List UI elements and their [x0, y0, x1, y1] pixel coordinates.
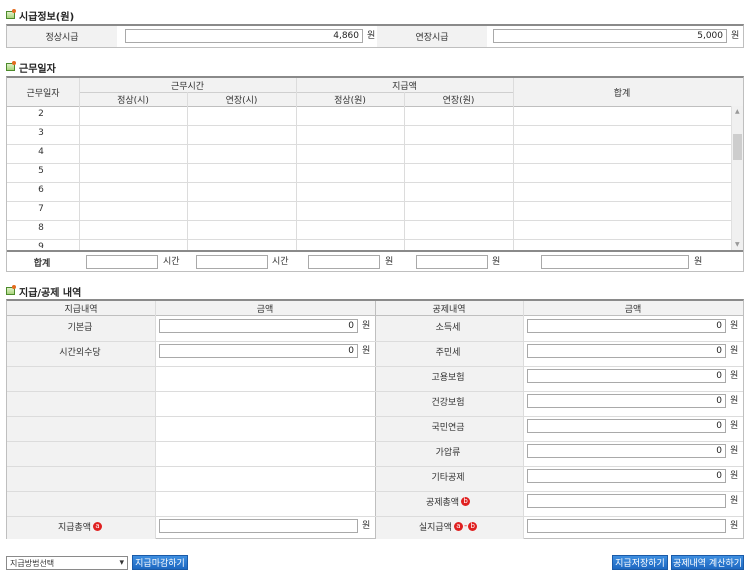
deduct-pension-unit: 원: [730, 421, 739, 431]
col-total-header: 합계: [613, 88, 631, 99]
wage-info-title: 시급정보(원): [6, 8, 74, 23]
section-icon: [6, 61, 16, 71]
badge-a-icon: a: [453, 521, 463, 531]
overtime-wage-label: 연장시급: [377, 26, 487, 47]
regular-wage-unit: 원: [367, 31, 376, 41]
col-pay-amount-header: 금액: [256, 304, 274, 315]
deduct-pension-label: 국민연금: [431, 423, 465, 433]
deduct-total-unit: 원: [730, 496, 739, 506]
badge-b-icon: b: [461, 497, 471, 506]
save-payment-button[interactable]: 지급저장하기: [612, 555, 668, 570]
deduct-health-ins-unit: 원: [730, 396, 739, 406]
overtime-wage-unit: 원: [731, 31, 740, 41]
minus-sign: -: [463, 521, 468, 531]
pay-total-label: 지급총액 a: [6, 514, 154, 538]
total-regular-pay-input[interactable]: [308, 255, 380, 269]
deduct-income-tax-label: 소득세: [435, 323, 461, 333]
row-day: 2: [38, 109, 44, 119]
col-deduct-item-header: 공제내역: [432, 304, 466, 315]
net-pay-label: 실지급액 a - b: [374, 514, 522, 538]
row-day: 4: [38, 147, 44, 157]
deduct-other-label: 기타공제: [431, 473, 465, 483]
deduct-resident-tax-unit: 원: [730, 346, 739, 356]
scroll-thumb[interactable]: [733, 134, 742, 160]
total-regular-pay-unit: 원: [385, 257, 394, 267]
total-overtime-pay-unit: 원: [492, 257, 501, 267]
pay-item-overtime-input[interactable]: 0: [159, 344, 358, 358]
deduct-garnishment-label: 가압류: [435, 448, 461, 458]
chevron-down-icon: ▾: [119, 558, 124, 568]
work-days-body: 2 3 4 5 6 7 8 9: [6, 104, 730, 248]
badge-a-icon: a: [93, 521, 103, 531]
pay-item-overtime-label: 시간외수당: [59, 348, 101, 358]
pay-item-basic-input[interactable]: 0: [159, 319, 358, 333]
row-day: 3: [38, 128, 44, 138]
pay-item-overtime-unit: 원: [362, 346, 371, 356]
total-overtime-hours-unit: 시간: [272, 257, 289, 267]
deduct-pension-input[interactable]: 0: [527, 419, 726, 433]
col-pay-group-header: 지급액: [392, 81, 417, 92]
pay-item-basic-unit: 원: [362, 321, 371, 331]
deduct-resident-tax-label: 주민세: [435, 348, 461, 358]
section-icon: [6, 285, 16, 295]
deduct-other-input[interactable]: 0: [527, 469, 726, 483]
row-day: 5: [38, 166, 44, 176]
net-pay-input[interactable]: [527, 519, 726, 533]
deduct-resident-tax-input[interactable]: 0: [527, 344, 726, 358]
regular-wage-label: 정상시급: [7, 26, 117, 47]
deduct-other-unit: 원: [730, 471, 739, 481]
scroll-down-icon[interactable]: ▼: [735, 241, 740, 248]
scroll-up-icon[interactable]: ▲: [735, 108, 740, 115]
col-hours-group-header: 근무시간: [170, 81, 205, 92]
pay-total-unit: 원: [362, 521, 371, 531]
total-overtime-hours-input[interactable]: [196, 255, 268, 269]
wage-info-box: 정상시급 4,860 원 연장시급 5,000 원: [6, 24, 744, 48]
table-scrollbar[interactable]: ▲ ▼: [731, 106, 743, 250]
col-pay-item-header: 지급내역: [64, 304, 98, 315]
pay-item-basic-label: 기본급: [67, 323, 93, 333]
grand-total-input[interactable]: [541, 255, 689, 269]
deduct-health-ins-label: 건강보험: [431, 398, 465, 408]
work-days-total-label: 합계: [33, 258, 51, 269]
regular-wage-input[interactable]: 4,860: [125, 29, 363, 43]
deduct-garnishment-unit: 원: [730, 446, 739, 456]
deduct-garnishment-input[interactable]: 0: [527, 444, 726, 458]
total-regular-hours-input[interactable]: [86, 255, 158, 269]
close-payment-button[interactable]: 지급마감하기: [132, 555, 188, 570]
deduct-total-label: 공제총액 b: [374, 489, 522, 514]
total-overtime-pay-input[interactable]: [416, 255, 488, 269]
deduct-employment-ins-input[interactable]: 0: [527, 369, 726, 383]
payment-title: 지급/공제 내역: [6, 284, 81, 299]
badge-b-icon: b: [468, 521, 478, 531]
deduct-employment-ins-label: 고용보험: [431, 373, 465, 383]
pay-total-input[interactable]: [159, 519, 358, 533]
row-day: 7: [38, 204, 44, 214]
deduct-health-ins-input[interactable]: 0: [527, 394, 726, 408]
work-days-title: 근무일자: [6, 60, 56, 75]
calculate-deductions-button[interactable]: 공제내역 계산하기: [671, 555, 744, 570]
payment-method-select[interactable]: 지급방법선택 ▾: [6, 556, 128, 570]
deduct-total-input[interactable]: [527, 494, 726, 508]
deduct-income-tax-unit: 원: [730, 321, 739, 331]
row-day: 8: [38, 223, 44, 233]
deduct-income-tax-input[interactable]: 0: [527, 319, 726, 333]
deduct-employment-ins-unit: 원: [730, 371, 739, 381]
col-deduct-amount-header: 금액: [624, 304, 642, 315]
row-day: 6: [38, 185, 44, 195]
row-day: 9: [38, 242, 44, 248]
grand-total-unit: 원: [694, 257, 703, 267]
section-icon: [6, 9, 16, 19]
overtime-wage-input[interactable]: 5,000: [493, 29, 727, 43]
net-pay-unit: 원: [730, 521, 739, 531]
total-regular-hours-unit: 시간: [163, 257, 180, 267]
col-day-header: 근무일자: [26, 88, 60, 99]
